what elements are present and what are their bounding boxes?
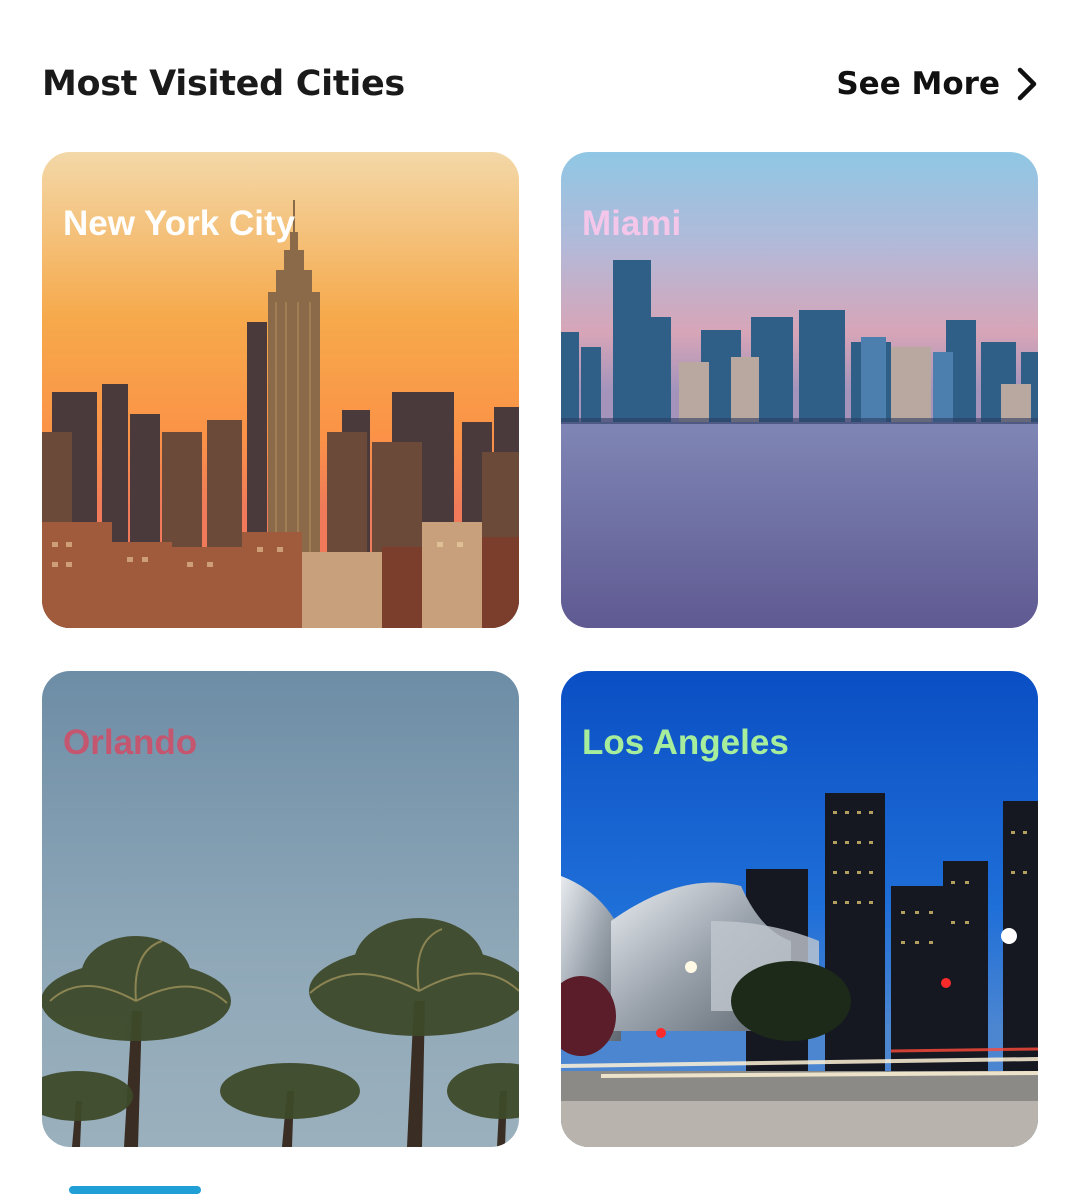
city-card-los-angeles[interactable]: Los Angeles [561, 671, 1038, 1147]
city-card-new-york[interactable]: New York City [42, 152, 519, 628]
city-grid: New York City Miami Orlando Los Angeles [42, 152, 1038, 1148]
scroll-indicator [69, 1186, 201, 1194]
see-more-button[interactable]: See More [836, 66, 1038, 102]
city-card-miami[interactable]: Miami [561, 152, 1038, 628]
chevron-right-icon [1017, 67, 1037, 101]
city-name-orlando: Orlando [63, 723, 198, 762]
city-name-los-angeles: Los Angeles [582, 723, 789, 762]
section-header: Most Visited Cities See More [42, 58, 1038, 110]
city-card-orlando[interactable]: Orlando [42, 671, 519, 1147]
city-name-new-york: New York City [63, 204, 296, 243]
section-title: Most Visited Cities [42, 64, 405, 104]
see-more-label: See More [836, 66, 1000, 102]
city-name-miami: Miami [582, 204, 682, 243]
